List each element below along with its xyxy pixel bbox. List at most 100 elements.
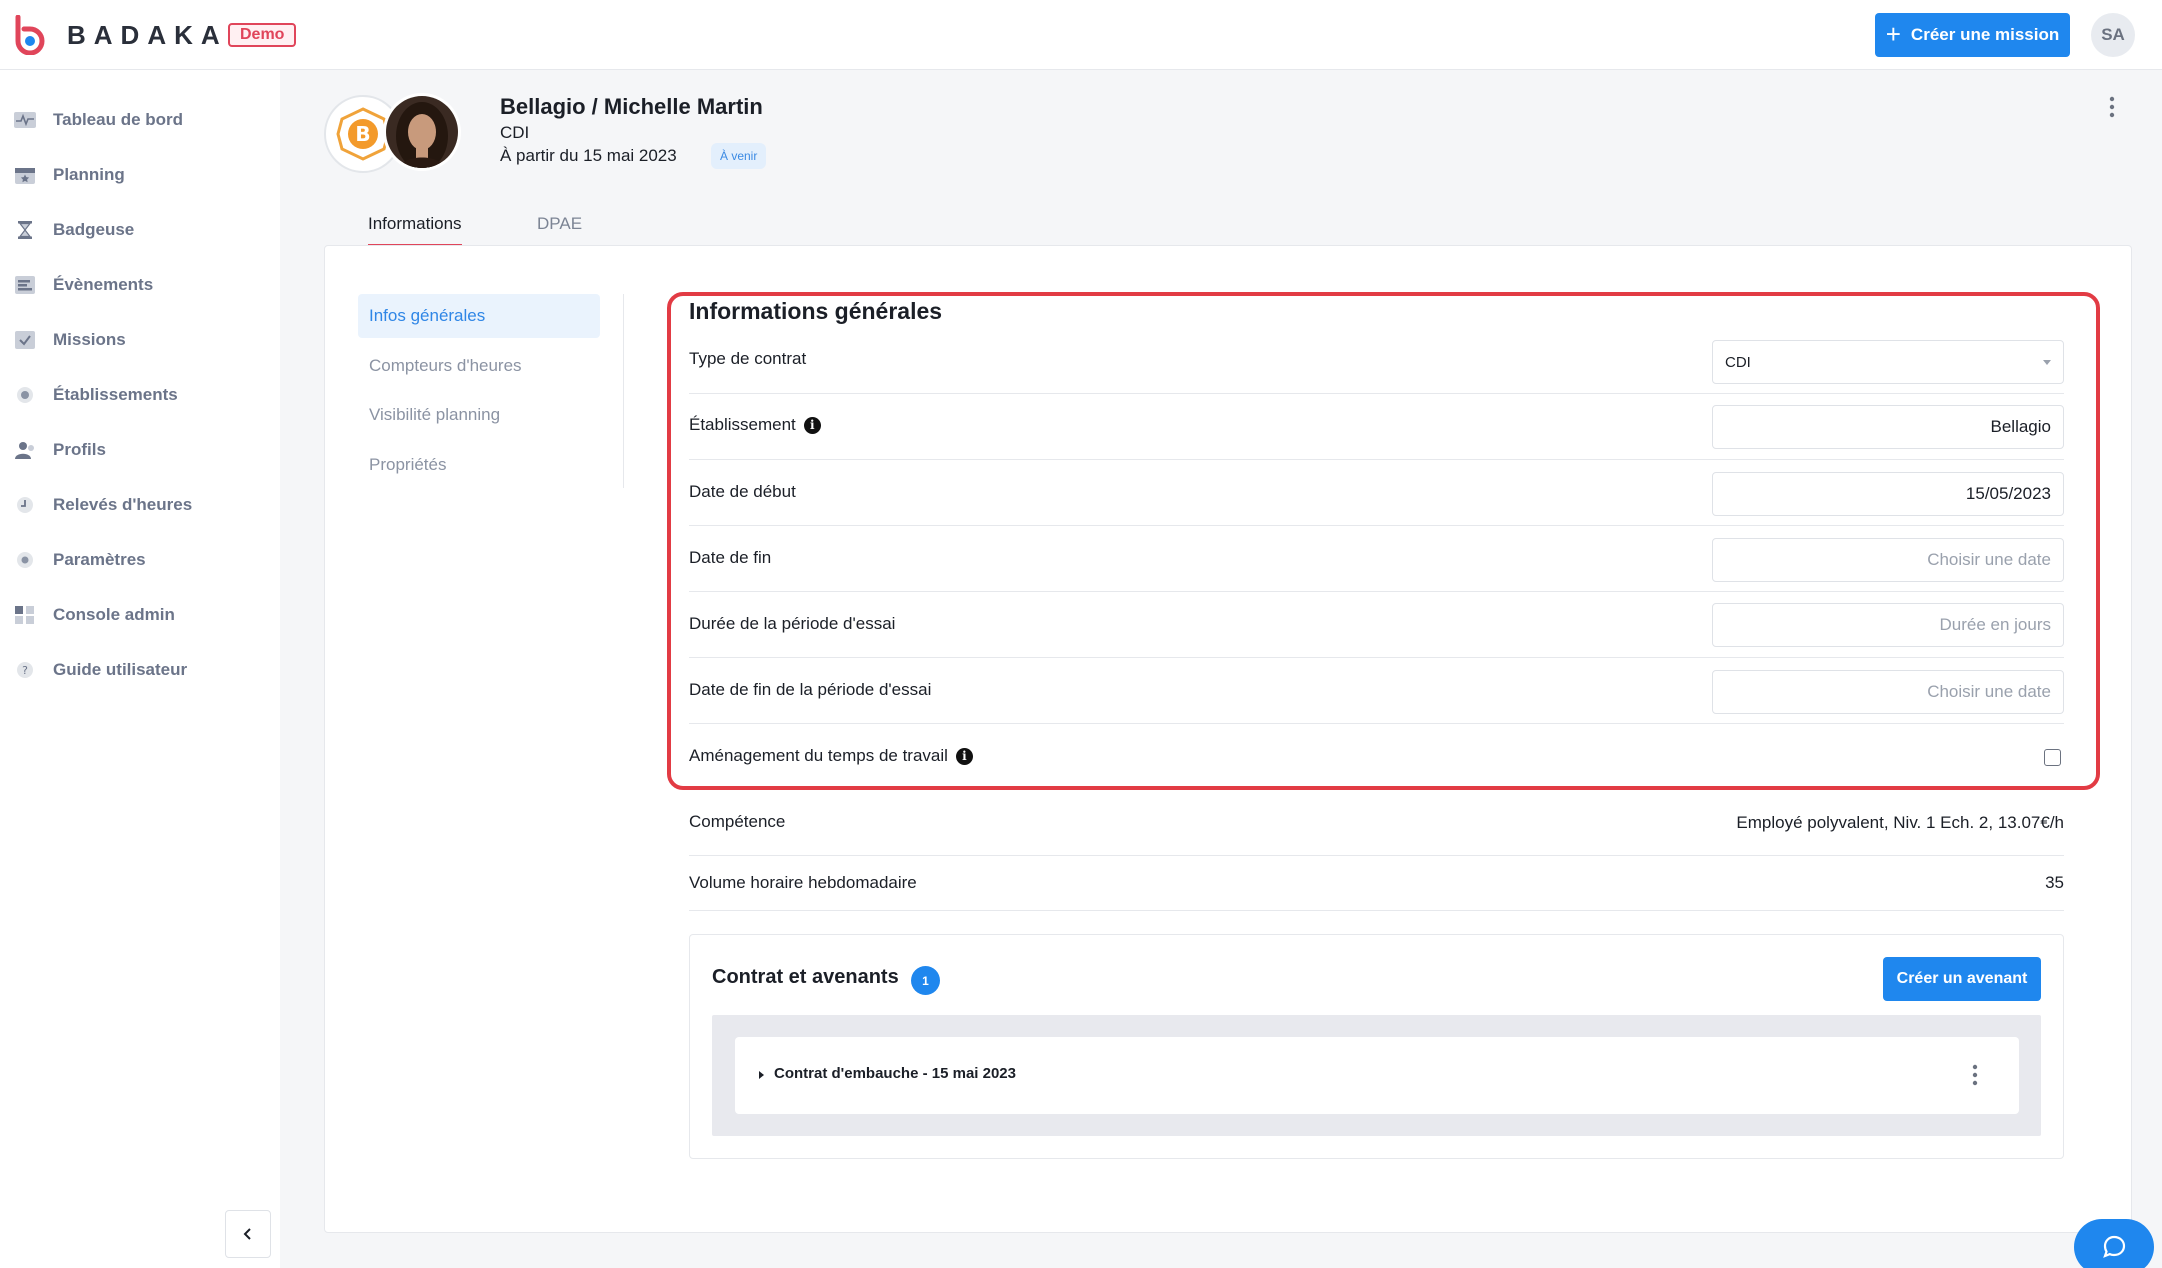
contract-type-select[interactable]: CDI bbox=[1712, 340, 2064, 384]
work-time-label: Aménagement du temps de travail i bbox=[689, 746, 973, 766]
sidebar-item-label: Évènements bbox=[53, 275, 154, 294]
sidebar-item-dashboard[interactable]: Tableau de bord bbox=[0, 100, 280, 140]
sidebar-item-label: Missions bbox=[53, 330, 126, 349]
contract-item[interactable]: Contrat d'embauche - 15 mai 2023 bbox=[735, 1037, 2019, 1114]
svg-text:?: ? bbox=[22, 664, 28, 677]
sidebar-item-badgeuse[interactable]: Badgeuse bbox=[0, 210, 280, 250]
row-divider bbox=[689, 657, 2064, 658]
info-icon[interactable]: i bbox=[955, 747, 973, 765]
trial-end-label-text: Date de fin de la période d'essai bbox=[689, 680, 932, 699]
trial-end-label: Date de fin de la période d'essai bbox=[689, 680, 931, 700]
contract-more-icon[interactable] bbox=[1963, 1060, 1987, 1090]
user-avatar[interactable]: SA bbox=[2091, 13, 2135, 57]
employee-avatar bbox=[383, 93, 461, 171]
sidebar-item-label: Établissements bbox=[53, 385, 178, 404]
sidebar-item-establishments[interactable]: Établissements bbox=[0, 375, 280, 415]
contracts-title: Contrat et avenants bbox=[712, 966, 899, 988]
row-divider bbox=[689, 723, 2064, 724]
chevron-left-icon bbox=[243, 1228, 251, 1240]
grid-icon bbox=[14, 606, 36, 624]
sidebar-item-events[interactable]: Évènements bbox=[0, 265, 280, 305]
activity-icon bbox=[14, 111, 36, 129]
trial-end-date-field[interactable] bbox=[1712, 670, 2064, 714]
sidebar-item-label: Planning bbox=[53, 165, 125, 184]
establishment-label-text: Établissement bbox=[689, 415, 796, 434]
clock-icon bbox=[14, 496, 36, 514]
employee-contract-type: CDI bbox=[500, 123, 530, 142]
employee-start-date: À partir du 15 mai 2023 bbox=[500, 146, 677, 165]
top-bar: BADAKAN Demo + Créer une mission SA bbox=[0, 0, 2162, 70]
user-icon bbox=[14, 441, 36, 459]
sidebar-item-missions[interactable]: Missions bbox=[0, 320, 280, 360]
create-amendment-button[interactable]: Créer un avenant bbox=[1883, 957, 2041, 1001]
contract-item-label: Contrat d'embauche - 15 mai 2023 bbox=[774, 1065, 1016, 1082]
contract-type-value: CDI bbox=[1725, 353, 1751, 371]
status-badge: À venir bbox=[711, 143, 767, 169]
subnav-general-info[interactable]: Infos générales bbox=[358, 294, 600, 338]
tab-informations[interactable]: Informations bbox=[368, 214, 462, 246]
weekly-hours-label: Volume horaire hebdomadaire bbox=[689, 873, 917, 892]
end-date-label: Date de fin bbox=[689, 548, 771, 568]
info-icon[interactable]: i bbox=[803, 416, 821, 434]
sidebar-item-label: Guide utilisateur bbox=[53, 660, 188, 679]
skill-value: Employé polyvalent, Niv. 1 Ech. 2, 13.07… bbox=[1736, 813, 2064, 832]
subnav-hour-counters[interactable]: Compteurs d'heures bbox=[358, 344, 600, 388]
sidebar-item-label: Paramètres bbox=[53, 550, 146, 569]
create-mission-label: Créer une mission bbox=[1910, 25, 2060, 44]
start-date-label: Date de début bbox=[689, 482, 796, 502]
row-divider bbox=[689, 525, 2064, 526]
row-divider bbox=[689, 393, 2064, 394]
work-time-label-text: Aménagement du temps de travail bbox=[689, 746, 948, 765]
sidebar-item-settings[interactable]: Paramètres bbox=[0, 540, 280, 580]
contract-type-label: Type de contrat bbox=[689, 349, 806, 369]
caret-right-icon[interactable] bbox=[759, 1071, 764, 1079]
svg-text:B: B bbox=[355, 122, 370, 146]
events-icon bbox=[14, 276, 36, 294]
row-divider bbox=[689, 855, 2064, 856]
sidebar-item-profiles[interactable]: Profils bbox=[0, 430, 280, 470]
end-date-label-text: Date de fin bbox=[689, 548, 772, 567]
start-date-field[interactable] bbox=[1712, 472, 2064, 516]
weekly-hours-value: 35 bbox=[2045, 873, 2064, 892]
collapse-sidebar-button[interactable] bbox=[225, 1210, 271, 1258]
caret-down-icon bbox=[2043, 359, 2051, 365]
work-time-checkbox[interactable] bbox=[2044, 749, 2061, 766]
chat-button[interactable] bbox=[2074, 1219, 2154, 1268]
end-date-field[interactable] bbox=[1712, 538, 2064, 582]
sidebar: Tableau de bord Planning Badgeuse Évènem… bbox=[0, 70, 280, 1268]
skill-label: Compétence bbox=[689, 812, 786, 831]
plus-icon: + bbox=[1885, 19, 1901, 49]
help-icon: ? bbox=[14, 661, 36, 679]
start-date-label-text: Date de début bbox=[689, 482, 796, 501]
employee-title: Bellagio / Michelle Martin bbox=[500, 94, 763, 119]
establishment-field[interactable] bbox=[1712, 405, 2064, 449]
row-divider bbox=[689, 591, 2064, 592]
row-divider bbox=[689, 910, 2064, 911]
establishment-label: Établissement i bbox=[689, 415, 821, 435]
trial-duration-label-text: Durée de la période d'essai bbox=[689, 614, 896, 633]
sidebar-item-user-guide[interactable]: ? Guide utilisateur bbox=[0, 650, 280, 690]
subnav-planning-visibility[interactable]: Visibilité planning bbox=[358, 393, 600, 437]
section-title: Informations générales bbox=[689, 298, 943, 324]
subnav-divider bbox=[623, 294, 624, 488]
subnav-properties[interactable]: Propriétés bbox=[358, 443, 600, 487]
sidebar-item-label: Console admin bbox=[53, 605, 175, 624]
badakan-logo-icon[interactable] bbox=[10, 15, 50, 55]
hourglass-icon bbox=[14, 221, 36, 239]
row-divider bbox=[689, 459, 2064, 460]
chat-bubble-icon bbox=[2103, 1235, 2126, 1258]
more-options-icon[interactable] bbox=[2100, 92, 2124, 122]
contracts-count-badge: 1 bbox=[911, 966, 940, 995]
trial-duration-label: Durée de la période d'essai bbox=[689, 614, 895, 634]
sidebar-item-label: Tableau de bord bbox=[53, 110, 184, 129]
demo-badge: Demo bbox=[228, 23, 297, 47]
create-mission-button[interactable]: + Créer une mission bbox=[1875, 13, 2070, 57]
sidebar-item-admin-console[interactable]: Console admin bbox=[0, 595, 280, 635]
trial-duration-field[interactable] bbox=[1712, 603, 2064, 647]
sidebar-item-label: Relevés d'heures bbox=[53, 495, 193, 514]
tab-dpae[interactable]: DPAE bbox=[537, 214, 582, 246]
sidebar-item-label: Badgeuse bbox=[53, 220, 135, 239]
sidebar-item-planning[interactable]: Planning bbox=[0, 155, 280, 195]
sidebar-item-timesheets[interactable]: Relevés d'heures bbox=[0, 485, 280, 525]
checklist-icon bbox=[14, 331, 36, 349]
